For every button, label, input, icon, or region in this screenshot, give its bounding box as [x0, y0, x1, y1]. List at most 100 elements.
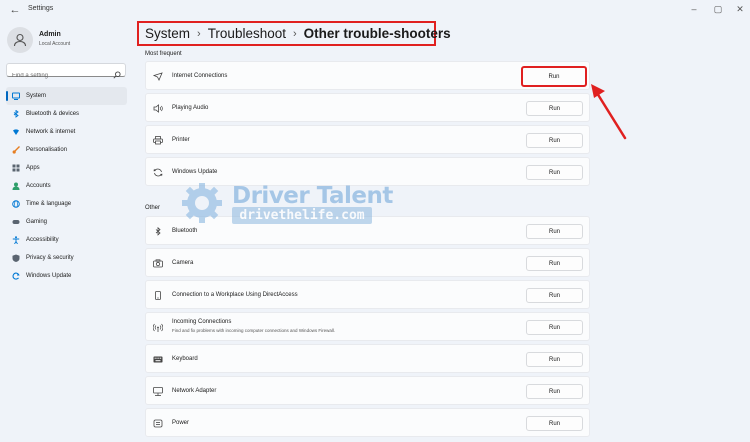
- person-icon: [12, 182, 20, 190]
- back-arrow-icon[interactable]: ←: [8, 3, 22, 17]
- troubleshooter-title: Incoming Connections: [172, 319, 232, 325]
- user-name: Admin: [39, 31, 61, 38]
- sidebar-item-label: Gaming: [26, 219, 48, 225]
- troubleshooter-row-incoming-connections: Incoming Connections Find and fix problem…: [145, 312, 590, 341]
- bluetooth-icon: [13, 110, 19, 118]
- troubleshooter-title: Windows Update: [172, 169, 218, 175]
- troubleshooter-title: Bluetooth: [172, 228, 198, 234]
- update-icon: [12, 272, 20, 280]
- sidebar-item-windows-update[interactable]: Windows Update: [6, 267, 127, 285]
- run-windows-update-button[interactable]: Run: [526, 165, 583, 180]
- sync-icon: [153, 168, 163, 177]
- user-profile[interactable]: Admin Local Account: [7, 27, 70, 53]
- display-icon: [12, 92, 20, 100]
- chevron-right-icon: ›: [293, 27, 297, 40]
- sidebar-item-system[interactable]: System: [6, 87, 127, 105]
- run-keyboard-button[interactable]: Run: [526, 352, 583, 367]
- avatar-icon: [7, 27, 33, 53]
- keyboard-icon: [153, 356, 163, 363]
- brush-icon: [12, 146, 20, 154]
- run-playing-audio-button[interactable]: Run: [526, 101, 583, 116]
- apps-icon: [12, 164, 20, 172]
- sidebar-item-label: Accessibility: [26, 237, 59, 243]
- troubleshooter-description: Find and fix problems with incoming comp…: [172, 328, 336, 333]
- sidebar-item-label: Time & language: [26, 201, 72, 207]
- troubleshooter-row-power: Power Run: [145, 408, 590, 437]
- network-icon: [153, 72, 163, 81]
- watermark-url: drivethelife.com: [232, 207, 372, 224]
- troubleshooter-title: Printer: [172, 137, 190, 143]
- power-icon: [153, 419, 163, 428]
- sidebar-item-label: Personalisation: [26, 147, 68, 153]
- annotation-arrow: [591, 84, 627, 140]
- search-icon[interactable]: [113, 66, 121, 84]
- sidebar-item-bluetooth-devices[interactable]: Bluetooth & devices: [6, 105, 127, 123]
- search-input[interactable]: [7, 70, 107, 82]
- run-camera-button[interactable]: Run: [526, 256, 583, 271]
- sidebar-item-time-language[interactable]: Time & language: [6, 195, 127, 213]
- sidebar-item-label: Network & internet: [26, 129, 76, 135]
- sidebar-item-privacy-security[interactable]: Privacy & security: [6, 249, 127, 267]
- sidebar-item-label: Bluetooth & devices: [26, 111, 80, 117]
- sidebar-item-apps[interactable]: Apps: [6, 159, 127, 177]
- page-title: Other trouble-shooters: [303, 26, 451, 41]
- run-bluetooth-button[interactable]: Run: [526, 224, 583, 239]
- sidebar-item-label: Privacy & security: [26, 255, 74, 261]
- accessibility-icon: [12, 236, 20, 244]
- sidebar-item-accessibility[interactable]: Accessibility: [6, 231, 127, 249]
- run-incoming-connections-button[interactable]: Run: [526, 320, 583, 335]
- troubleshooter-row-keyboard: Keyboard Run: [145, 344, 590, 373]
- troubleshooter-row-network-adapter: Network Adapter Run: [145, 376, 590, 405]
- shield-icon: [12, 254, 20, 262]
- sidebar-item-label: Apps: [26, 165, 40, 171]
- troubleshooter-row-camera: Camera Run: [145, 248, 590, 277]
- app-title: Settings: [28, 5, 54, 12]
- run-power-button[interactable]: Run: [526, 416, 583, 431]
- sidebar-item-label: System: [26, 93, 47, 99]
- run-connection-to-a-workplace-using-directaccess-button[interactable]: Run: [526, 288, 583, 303]
- breadcrumb-system[interactable]: System: [145, 26, 190, 41]
- troubleshooter-row-printer: Printer Run: [145, 125, 590, 154]
- bluetooth-icon: [155, 227, 161, 236]
- phone-icon: [155, 291, 161, 300]
- troubleshooter-row-connection-to-a-workplace-using-directaccess: Connection to a Workplace Using DirectAc…: [145, 280, 590, 309]
- sidebar-item-personalisation[interactable]: Personalisation: [6, 141, 127, 159]
- troubleshooter-title: Network Adapter: [172, 388, 217, 394]
- settings-search-box[interactable]: [6, 63, 126, 82]
- camera-icon: [153, 259, 163, 268]
- signal-icon: [153, 323, 163, 332]
- troubleshooter-row-playing-audio: Playing Audio Run: [145, 93, 590, 122]
- troubleshooter-title: Power: [172, 420, 190, 426]
- watermark-brand: Driver Talent: [232, 183, 393, 209]
- run-network-adapter-button[interactable]: Run: [526, 384, 583, 399]
- watermark: Driver Talent drivethelife.com: [180, 181, 393, 226]
- troubleshooter-title: Connection to a Workplace Using DirectAc…: [172, 292, 298, 298]
- title-bar: ← Settings – ▢ ✕: [0, 0, 750, 20]
- speaker-icon: [153, 104, 163, 113]
- sidebar-item-network-internet[interactable]: Network & internet: [6, 123, 127, 141]
- sidebar-item-label: Windows Update: [26, 273, 72, 279]
- run-printer-button[interactable]: Run: [526, 133, 583, 148]
- sidebar-nav: System Bluetooth & devices Network & inter…: [6, 87, 127, 285]
- gear-logo-icon: [182, 183, 222, 223]
- troubleshooter-title: Camera: [172, 260, 194, 266]
- troubleshooter-row-internet-connections: Internet Connections Run: [145, 61, 590, 90]
- printer-icon: [153, 136, 163, 145]
- wifi-icon: [13, 129, 19, 135]
- minimize-icon[interactable]: –: [683, 2, 705, 16]
- breadcrumb: System › Troubleshoot › Other trouble-sh…: [137, 21, 451, 46]
- monitor-network-icon: [153, 387, 163, 396]
- breadcrumb-troubleshoot[interactable]: Troubleshoot: [208, 26, 286, 41]
- section-other: Other: [145, 205, 161, 211]
- troubleshooter-title: Playing Audio: [172, 105, 209, 111]
- sidebar-item-gaming[interactable]: Gaming: [6, 213, 127, 231]
- sidebar-item-label: Accounts: [26, 183, 51, 189]
- maximize-icon[interactable]: ▢: [707, 2, 729, 16]
- sidebar-item-accounts[interactable]: Accounts: [6, 177, 127, 195]
- chevron-right-icon: ›: [197, 27, 201, 40]
- globe-icon: [12, 200, 20, 208]
- run-internet-connections-button[interactable]: Run: [521, 66, 587, 87]
- close-icon[interactable]: ✕: [729, 2, 750, 16]
- section-most-frequent: Most frequent: [145, 51, 182, 57]
- account-type: Local Account: [39, 41, 71, 47]
